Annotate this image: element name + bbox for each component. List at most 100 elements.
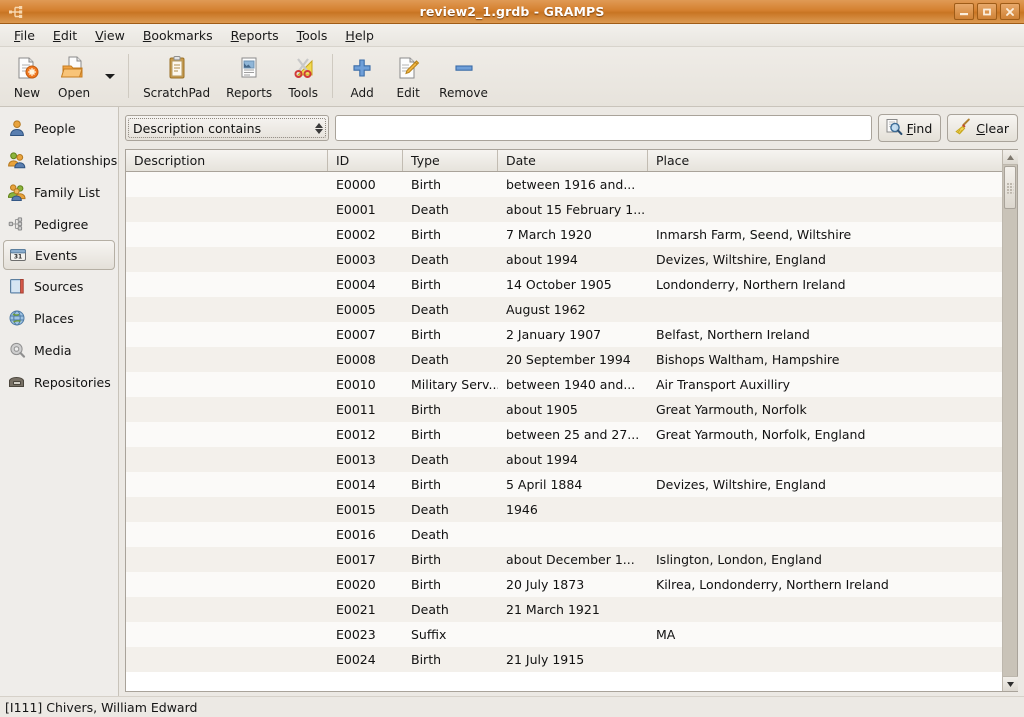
menubar: File Edit View Bookmarks Reports Tools H…	[0, 24, 1024, 47]
toolbar-open-button[interactable]: Open	[50, 52, 98, 102]
new-document-icon	[14, 54, 40, 82]
table-row[interactable]: E0007Birth2 January 1907Belfast, Norther…	[126, 322, 1002, 347]
menu-edit[interactable]: Edit	[44, 25, 86, 46]
table-row[interactable]: E0020Birth20 July 1873Kilrea, Londonderr…	[126, 572, 1002, 597]
table-row[interactable]: E0014Birth5 April 1884Devizes, Wiltshire…	[126, 472, 1002, 497]
table-row[interactable]: E0001Deathabout 15 February 1...	[126, 197, 1002, 222]
treeview-columns: Description ID Type Date Place E0000Birt…	[126, 150, 1002, 691]
navigation-sidebar: People Relationships	[0, 107, 119, 696]
sidebar-item-sources[interactable]: Sources	[0, 270, 118, 302]
cell-date: between 1940 and...	[498, 377, 648, 392]
toolbar-tools-button[interactable]: Tools	[280, 52, 326, 102]
filter-type-select[interactable]: Description contains	[125, 115, 329, 141]
main-toolbar: New Open ScratchPad	[0, 47, 1024, 107]
cell-type: Birth	[403, 177, 498, 192]
column-header-date[interactable]: Date	[498, 150, 648, 171]
sidebar-item-places[interactable]: Places	[0, 302, 118, 334]
toolbar-add-button[interactable]: Add	[339, 52, 385, 102]
search-input[interactable]	[335, 115, 872, 141]
table-row[interactable]: E0003Deathabout 1994Devizes, Wiltshire, …	[126, 247, 1002, 272]
table-row[interactable]: E0002Birth7 March 1920Inmarsh Farm, Seen…	[126, 222, 1002, 247]
cell-type: Birth	[403, 477, 498, 492]
cell-id: E0015	[328, 502, 403, 517]
toolbar-new-label: New	[14, 86, 40, 100]
menu-file[interactable]: File	[5, 25, 44, 46]
toolbar-remove-button[interactable]: Remove	[431, 52, 496, 102]
cell-type: Death	[403, 602, 498, 617]
table-row[interactable]: E0008Death20 September 1994Bishops Walth…	[126, 347, 1002, 372]
table-row[interactable]: E0017Birthabout December 1...Islington, …	[126, 547, 1002, 572]
statusbar: [I111] Chivers, William Edward	[0, 696, 1024, 717]
menu-help[interactable]: Help	[336, 25, 383, 46]
sidebar-item-events[interactable]: 31 Events	[3, 240, 115, 270]
toolbar-scratchpad-button[interactable]: ScratchPad	[135, 52, 218, 102]
two-people-icon	[8, 151, 26, 169]
table-row[interactable]: E0012Birthbetween 25 and 27...Great Yarm…	[126, 422, 1002, 447]
toolbar-new-button[interactable]: New	[4, 52, 50, 102]
cell-date: 20 July 1873	[498, 577, 648, 592]
sidebar-label-pedigree: Pedigree	[34, 217, 88, 232]
minimize-icon[interactable]	[954, 3, 974, 20]
open-folder-icon	[61, 54, 87, 82]
cell-id: E0024	[328, 652, 403, 667]
sidebar-label-sources: Sources	[34, 279, 83, 294]
column-header-description[interactable]: Description	[126, 150, 328, 171]
scroll-down-arrow-icon[interactable]	[1003, 676, 1018, 691]
table-row[interactable]: E0023SuffixMA	[126, 622, 1002, 647]
sidebar-item-media[interactable]: Media	[0, 334, 118, 366]
table-row[interactable]: E0021Death21 March 1921	[126, 597, 1002, 622]
table-row[interactable]: E0005DeathAugust 1962	[126, 297, 1002, 322]
cell-date: 5 April 1884	[498, 477, 648, 492]
svg-text:31: 31	[14, 253, 22, 260]
table-row[interactable]: E0010Military Serv...between 1940 and...…	[126, 372, 1002, 397]
table-row[interactable]: E0024Birth21 July 1915	[126, 647, 1002, 672]
sidebar-item-people[interactable]: People	[0, 112, 118, 144]
open-dropdown-button[interactable]	[98, 52, 122, 100]
column-header-type[interactable]: Type	[403, 150, 498, 171]
toolbar-reports-button[interactable]: Reports	[218, 52, 280, 102]
tree-chart-icon	[8, 215, 26, 233]
table-header-row: Description ID Type Date Place	[126, 150, 1002, 172]
cell-type: Death	[403, 302, 498, 317]
scroll-up-arrow-icon[interactable]	[1003, 150, 1018, 165]
maximize-icon[interactable]	[977, 3, 997, 20]
sidebar-item-repositories[interactable]: Repositories	[0, 366, 118, 398]
toolbar-edit-label: Edit	[397, 86, 420, 100]
menu-mnemonic: T	[297, 28, 303, 43]
close-icon[interactable]	[1000, 3, 1020, 20]
cell-type: Military Serv...	[403, 377, 498, 392]
cell-place: Bishops Waltham, Hampshire	[648, 352, 1002, 367]
menu-tools[interactable]: Tools	[288, 25, 337, 46]
column-header-id[interactable]: ID	[328, 150, 403, 171]
table-body: E0000Birthbetween 1916 and...E0001Deatha…	[126, 172, 1002, 691]
cell-id: E0020	[328, 577, 403, 592]
menu-view[interactable]: View	[86, 25, 134, 46]
cell-id: E0005	[328, 302, 403, 317]
filter-type-value: Description contains	[133, 121, 315, 136]
menu-bookmarks[interactable]: Bookmarks	[134, 25, 222, 46]
menu-mnemonic: H	[345, 28, 354, 43]
treeview-inner: Description ID Type Date Place E0000Birt…	[126, 150, 1017, 691]
clear-button[interactable]: Clear	[947, 114, 1018, 142]
cell-place: Devizes, Wiltshire, England	[648, 252, 1002, 267]
table-row[interactable]: E0011Birthabout 1905Great Yarmouth, Norf…	[126, 397, 1002, 422]
sidebar-item-pedigree[interactable]: Pedigree	[0, 208, 118, 240]
table-row[interactable]: E0000Birthbetween 1916 and...	[126, 172, 1002, 197]
table-row[interactable]: E0016Death	[126, 522, 1002, 547]
table-row[interactable]: E0015Death1946	[126, 497, 1002, 522]
table-row[interactable]: E0013Deathabout 1994	[126, 447, 1002, 472]
cell-date: about December 1...	[498, 552, 648, 567]
column-header-place[interactable]: Place	[648, 150, 1002, 171]
cell-place: Kilrea, Londonderry, Northern Ireland	[648, 577, 1002, 592]
cell-date: about 1905	[498, 402, 648, 417]
find-magnifier-icon	[885, 118, 903, 139]
scrollbar-thumb[interactable]	[1004, 166, 1016, 209]
menu-reports[interactable]: Reports	[222, 25, 288, 46]
find-button[interactable]: Find	[878, 114, 942, 142]
vertical-scrollbar[interactable]	[1002, 150, 1017, 691]
sidebar-item-family-list[interactable]: Family List	[0, 176, 118, 208]
toolbar-edit-button[interactable]: Edit	[385, 52, 431, 102]
scrollbar-track[interactable]	[1003, 165, 1017, 676]
table-row[interactable]: E0004Birth14 October 1905Londonderry, No…	[126, 272, 1002, 297]
sidebar-item-relationships[interactable]: Relationships	[0, 144, 118, 176]
